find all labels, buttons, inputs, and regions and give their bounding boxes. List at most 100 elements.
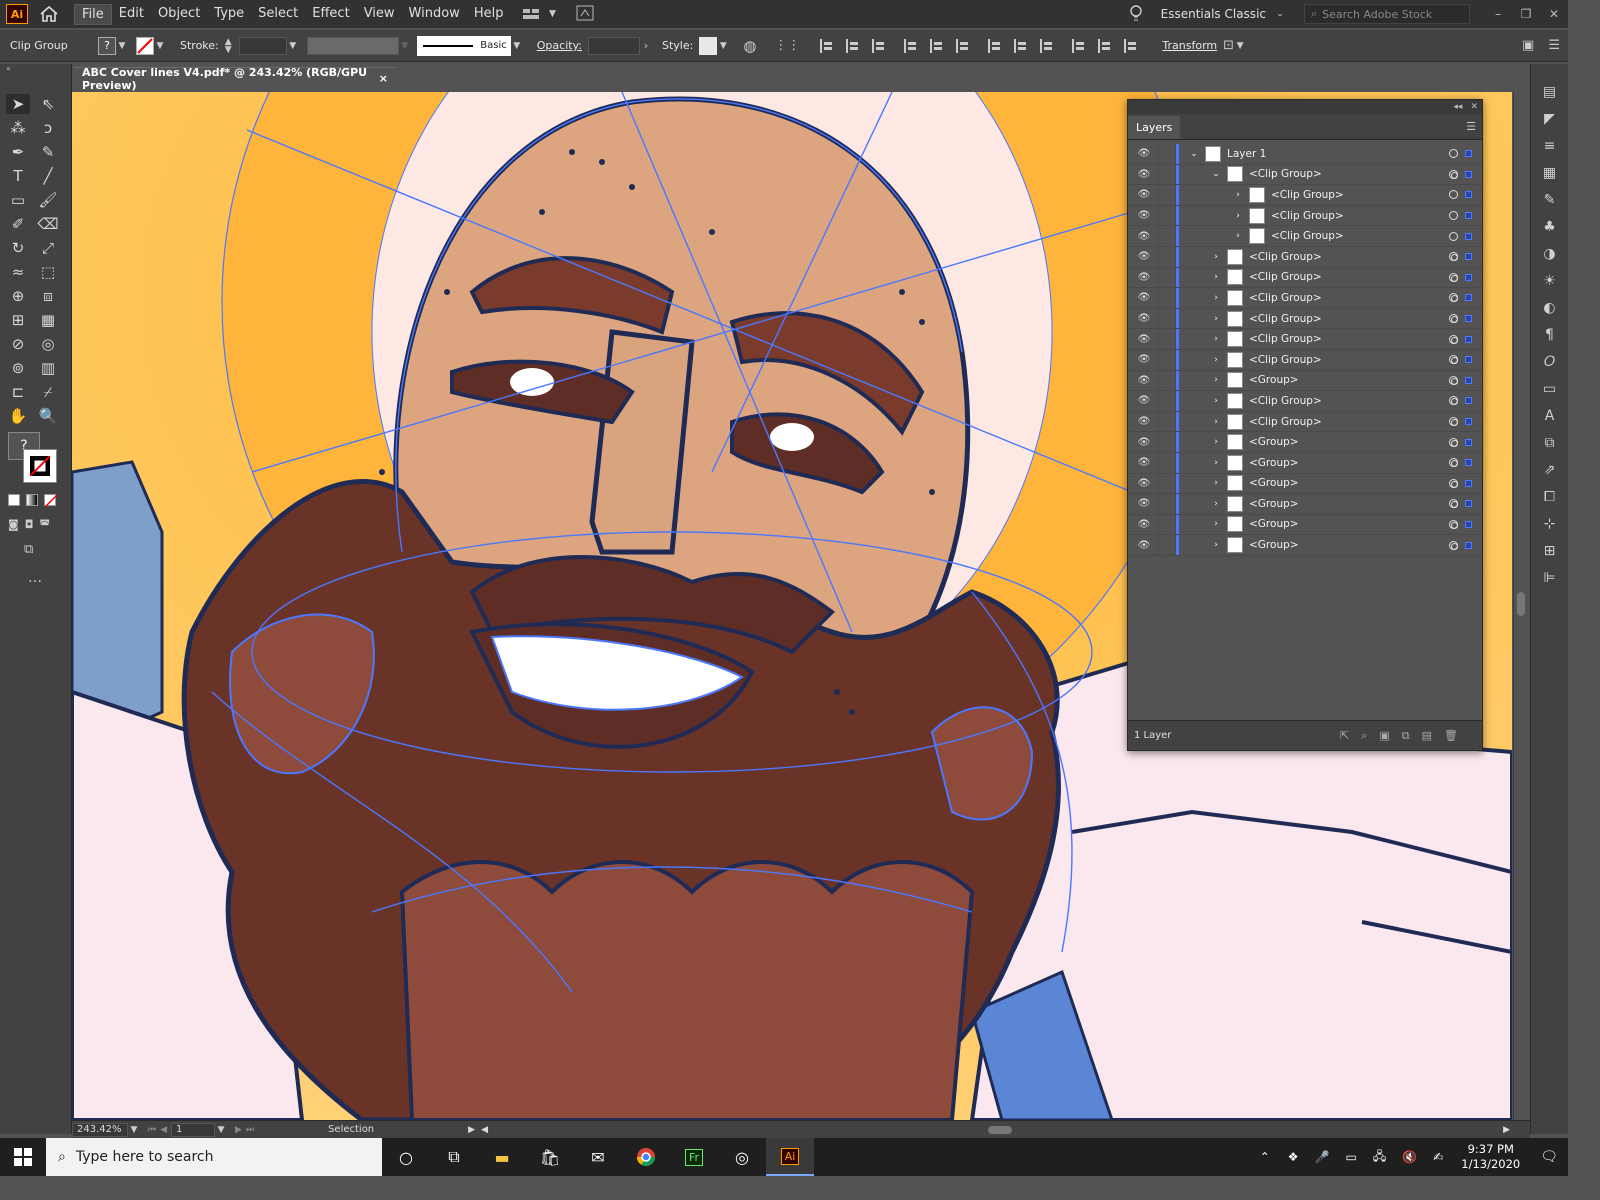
visibility-eye-icon[interactable]: 👁: [1136, 437, 1152, 448]
selection-indicator[interactable]: [1465, 294, 1472, 302]
scale-tool-icon[interactable]: ⤢: [36, 238, 60, 258]
chevron-right-icon[interactable]: ›: [1209, 355, 1223, 365]
gpu-performance-icon[interactable]: [576, 5, 594, 24]
horizontal-scrollbar[interactable]: [498, 1125, 1493, 1135]
selection-indicator[interactable]: [1465, 356, 1472, 364]
layer-row[interactable]: 👁 › <Group>: [1128, 370, 1482, 392]
vertical-distribute-bottom-icon[interactable]: [1040, 38, 1054, 53]
variable-width-profile[interactable]: [306, 36, 399, 55]
chevron-down-icon[interactable]: ▼: [1234, 41, 1246, 51]
paintbrush-tool-icon[interactable]: 🖌: [36, 190, 60, 210]
layer-row[interactable]: 👁 › <Group>: [1128, 535, 1482, 556]
visibility-eye-icon[interactable]: 👁: [1136, 354, 1152, 365]
none-mode-icon[interactable]: [44, 494, 57, 507]
appearance-icon[interactable]: ☀: [1540, 271, 1560, 291]
visibility-eye-icon[interactable]: 👁: [1136, 231, 1152, 242]
document-tab[interactable]: ABC Cover lines V4.pdf* @ 243.42% (RGB/G…: [74, 66, 396, 92]
selection-indicator[interactable]: [1465, 541, 1472, 549]
scroll-thumb[interactable]: [1517, 592, 1525, 616]
chevron-right-icon[interactable]: ›: [1231, 190, 1245, 200]
chevron-right-icon[interactable]: ›: [1209, 396, 1223, 406]
lock-toggle[interactable]: [1158, 164, 1176, 185]
layer-row[interactable]: 👁 › <Clip Group>: [1128, 288, 1482, 309]
chevron-right-icon[interactable]: ›: [1231, 231, 1245, 241]
artboard-number-field[interactable]: 1: [171, 1122, 216, 1137]
chevron-down-icon[interactable]: ▼: [717, 41, 729, 51]
stroke-panel-icon[interactable]: ≡: [1540, 136, 1560, 156]
stroke-weight-field[interactable]: [238, 36, 287, 55]
selection-indicator[interactable]: [1465, 253, 1472, 261]
hand-tool-icon[interactable]: ✋: [6, 406, 30, 426]
scroll-right-icon[interactable]: ▶: [1503, 1125, 1510, 1135]
collapse-panel-icon[interactable]: ◂◂: [1453, 102, 1462, 112]
selection-indicator[interactable]: [1465, 438, 1472, 446]
layer-row[interactable]: 👁 ⌄ <Clip Group>: [1128, 164, 1482, 186]
artboard-nav-prev[interactable]: ⏮◀: [148, 1125, 171, 1135]
scroll-left-icon[interactable]: ◀: [481, 1125, 488, 1135]
menu-effect[interactable]: Effect: [305, 4, 356, 25]
selection-indicator[interactable]: [1465, 150, 1472, 158]
selection-indicator[interactable]: [1465, 459, 1472, 467]
asset-export-icon[interactable]: ⧠: [1540, 487, 1560, 507]
visibility-eye-icon[interactable]: 👁: [1136, 498, 1152, 509]
pathfinder-icon[interactable]: ⊞: [1540, 541, 1560, 561]
create-sublayer-icon[interactable]: ⧉: [1402, 729, 1410, 743]
paragraph-icon[interactable]: ¶: [1540, 325, 1560, 345]
visibility-eye-icon[interactable]: 👁: [1136, 519, 1152, 530]
obs-icon[interactable]: ◎: [718, 1138, 766, 1176]
stroke-swatch[interactable]: [136, 36, 154, 55]
shaper-tool-icon[interactable]: ✐: [6, 214, 30, 234]
layer-row[interactable]: 👁 › <Group>: [1128, 452, 1482, 474]
layer-row[interactable]: 👁 › <Clip Group>: [1128, 308, 1482, 330]
menu-help[interactable]: Help: [467, 4, 511, 25]
layer-name[interactable]: <Clip Group>: [1249, 251, 1322, 263]
make-clipping-mask-icon[interactable]: ▣: [1379, 729, 1389, 743]
magic-wand-tool-icon[interactable]: ⁂: [6, 118, 30, 138]
target-icon[interactable]: [1449, 499, 1458, 509]
chevron-right-icon[interactable]: ›: [1209, 437, 1223, 447]
chevron-down-icon[interactable]: ▼: [128, 1125, 140, 1135]
visibility-eye-icon[interactable]: 👁: [1136, 416, 1152, 427]
gradient-mode-icon[interactable]: [26, 494, 38, 506]
draw-inside-icon[interactable]: ◚: [39, 518, 50, 531]
selection-indicator[interactable]: [1465, 520, 1472, 528]
chevron-right-icon[interactable]: ›: [1209, 252, 1223, 262]
eyedropper-tool-icon[interactable]: ⊘: [6, 334, 30, 354]
taskbar-clock[interactable]: 9:37 PM 1/13/2020: [1461, 1142, 1520, 1172]
file-explorer-icon[interactable]: ▬: [478, 1138, 526, 1176]
rectangle-tool-icon[interactable]: ▭: [6, 190, 30, 210]
graphic-style-swatch[interactable]: [699, 36, 718, 55]
target-icon[interactable]: [1449, 334, 1458, 344]
layer-name[interactable]: <Clip Group>: [1249, 354, 1322, 366]
selection-tool-icon[interactable]: ➤: [6, 94, 30, 114]
gradient-icon[interactable]: ▭: [1540, 379, 1560, 399]
visibility-eye-icon[interactable]: 👁: [1136, 478, 1152, 489]
chevron-right-icon[interactable]: ›: [1209, 314, 1223, 324]
layer-name[interactable]: <Clip Group>: [1249, 271, 1322, 283]
line-tool-icon[interactable]: ╱: [36, 166, 60, 186]
close-window-button[interactable]: ✕: [1540, 7, 1568, 21]
visibility-eye-icon[interactable]: 👁: [1136, 313, 1152, 324]
lasso-tool-icon[interactable]: ↄ: [36, 118, 60, 138]
eraser-tool-icon[interactable]: ⌫: [36, 214, 60, 234]
pen-tool-icon[interactable]: ✒: [6, 142, 30, 162]
visibility-eye-icon[interactable]: 👁: [1136, 169, 1152, 180]
target-icon[interactable]: [1449, 169, 1458, 179]
color-mode-icon[interactable]: [8, 494, 20, 506]
chevron-right-icon[interactable]: ›: [640, 39, 652, 52]
chevron-right-icon[interactable]: ›: [1209, 375, 1223, 385]
selection-indicator[interactable]: [1465, 315, 1472, 323]
tab-layers[interactable]: Layers: [1128, 116, 1181, 139]
gradient-tool-icon[interactable]: ▦: [36, 310, 60, 330]
action-center-icon[interactable]: 🗨: [1540, 1149, 1558, 1165]
shape-builder-tool-icon[interactable]: ⊕: [6, 286, 30, 306]
menu-type[interactable]: Type: [207, 4, 251, 25]
screen-mode-icon[interactable]: ⧉: [24, 542, 33, 557]
color-icon[interactable]: ◐: [1540, 298, 1560, 318]
minimize-button[interactable]: –: [1484, 7, 1512, 21]
draw-normal-icon[interactable]: ◙: [8, 518, 19, 531]
layer-name[interactable]: <Group>: [1249, 498, 1299, 510]
layer-row[interactable]: 👁 ⌄ Layer 1: [1128, 144, 1482, 165]
layer-name[interactable]: <Clip Group>: [1249, 333, 1322, 345]
scroll-thumb[interactable]: [988, 1125, 1012, 1134]
